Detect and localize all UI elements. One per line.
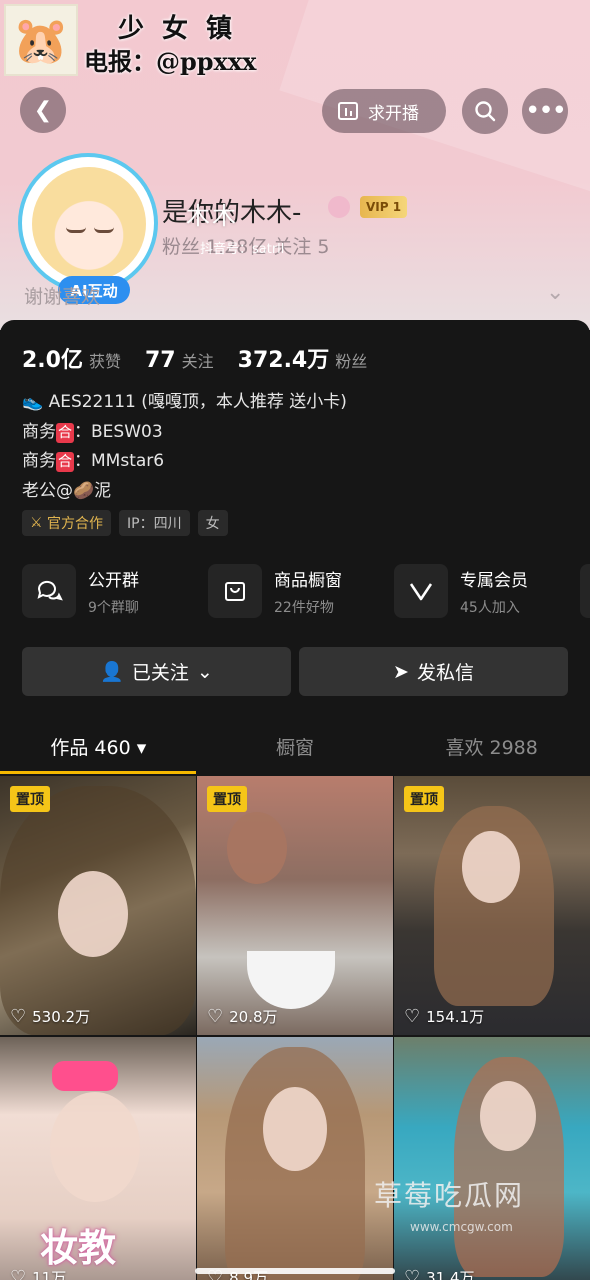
tab-likes[interactable]: 喜欢 2988 xyxy=(393,726,590,774)
profile-stats: 2.0亿 获赞 77 关注 372.4万 粉丝 xyxy=(22,342,367,374)
vip-badge: VIP 1 xyxy=(360,196,408,218)
tab-works[interactable]: 作品 460 ▾ xyxy=(0,726,197,774)
badge-icon xyxy=(328,196,350,218)
vip-v-icon xyxy=(394,564,448,618)
heart-icon: ♡ xyxy=(404,1267,421,1280)
video-thumbnail[interactable]: 妆教 ♡ 11万 xyxy=(0,1037,196,1280)
watermark-telegram: 电报：@ppxxx xyxy=(84,47,257,76)
request-live-button[interactable]: 求开播 xyxy=(322,89,446,133)
request-live-label: 求开播 xyxy=(368,103,419,124)
pinned-badge: 置顶 xyxy=(207,786,247,812)
watermark-capybara-icon: 🐹 xyxy=(4,4,78,76)
user-check-icon: 👤 xyxy=(100,661,124,683)
stat-likes[interactable]: 2.0亿 获赞 xyxy=(22,342,121,374)
like-count: ♡ 11万 xyxy=(10,1267,66,1280)
more-icon: ••• xyxy=(524,96,567,126)
bottom-watermark: 草莓吃瓜网 xyxy=(374,1179,525,1212)
bio-line-4[interactable]: 老公@🥔泥 xyxy=(22,477,347,507)
cooperation-badge: 合 xyxy=(56,422,74,443)
feature-entries: 公开群 9个群聊 商品橱窗 22件好物 专属会员 45人加入 xyxy=(22,564,590,618)
chevron-left-icon: ❮ xyxy=(33,97,53,123)
tag-official[interactable]: ⚔ 官方合作 xyxy=(22,510,112,536)
like-count: ♡ 20.8万 xyxy=(207,1006,278,1027)
message-label: 发私信 xyxy=(416,662,474,684)
feature-public-group[interactable]: 公开群 9个群聊 xyxy=(22,564,208,618)
avatar-illustration xyxy=(32,167,146,281)
caret-down-icon: ▾ xyxy=(136,737,147,759)
followed-button[interactable]: 👤 已关注 ⌄ xyxy=(22,647,291,696)
video-thumbnail[interactable]: ♡ 31.4万 xyxy=(394,1037,590,1280)
feature-more[interactable] xyxy=(580,564,590,618)
chevron-down-icon[interactable]: ⌄ xyxy=(546,280,564,305)
message-button[interactable]: ➤ 发私信 xyxy=(299,647,568,696)
heart-icon: ♡ xyxy=(10,1006,27,1027)
sneaker-icon: 👟 xyxy=(22,392,44,412)
live-chart-icon xyxy=(338,102,358,120)
pinned-badge: 置顶 xyxy=(10,786,50,812)
tag-ip: IP：四川 xyxy=(119,510,190,536)
like-count: ♡ 530.2万 xyxy=(10,1006,91,1027)
like-count: ♡ 31.4万 xyxy=(404,1267,475,1280)
heart-icon: ♡ xyxy=(10,1267,27,1280)
bio: 👟 AES22111 (嘎嘎顶，本人推荐 送小卡) 商务合：BESW03 商务合… xyxy=(22,388,347,506)
profile-tags: ⚔ 官方合作 IP：四川 女 xyxy=(22,510,228,536)
search-button[interactable] xyxy=(462,88,508,134)
avatar[interactable] xyxy=(18,153,158,293)
bio-line-2: 商务合：BESW03 xyxy=(22,421,163,443)
bottom-watermark-url: www.cmcgw.com xyxy=(410,1220,513,1234)
content-tabs: 作品 460 ▾ 橱窗 喜欢 2988 xyxy=(0,726,590,774)
like-count: ♡ 154.1万 xyxy=(404,1006,485,1027)
stat-followers[interactable]: 372.4万 粉丝 xyxy=(238,342,368,374)
back-button[interactable]: ❮ xyxy=(20,87,66,133)
chevron-down-icon: ⌄ xyxy=(196,660,213,683)
shop-bag-icon xyxy=(208,564,262,618)
feature-membership[interactable]: 专属会员 45人加入 xyxy=(394,564,580,618)
more-feature-icon xyxy=(580,564,590,618)
heart-icon: ♡ xyxy=(404,1006,421,1027)
search-icon xyxy=(475,101,496,122)
feature-shop-window[interactable]: 商品橱窗 22件好物 xyxy=(208,564,394,618)
top-watermark: 🐹 少女镇 电报：@ppxxx xyxy=(0,0,300,80)
bio-line-3: 商务合：MMstar6 xyxy=(22,451,165,472)
home-indicator[interactable] xyxy=(195,1268,395,1274)
signature: 谢谢喜欢 xyxy=(24,286,101,308)
video-thumbnail[interactable]: ♡8.9万 xyxy=(197,1037,393,1280)
active-tab-indicator xyxy=(0,771,196,774)
douyin-id: 抖音号：satrll xyxy=(200,242,285,257)
video-thumbnail[interactable]: 置顶 ♡ 20.8万 xyxy=(197,776,393,1035)
tab-shop[interactable]: 橱窗 xyxy=(197,726,394,774)
more-button[interactable]: ••• xyxy=(522,88,568,134)
video-thumbnail[interactable]: 置顶 ♡ 154.1万 xyxy=(394,776,590,1035)
hair-curler xyxy=(52,1061,118,1091)
cooperation-badge: 合 xyxy=(56,452,74,472)
stat-following[interactable]: 77 关注 xyxy=(145,348,214,373)
followed-label: 已关注 xyxy=(131,662,189,684)
tag-gender: 女 xyxy=(197,510,228,536)
video-thumbnail[interactable]: 置顶 ♡ 530.2万 xyxy=(0,776,196,1035)
video-caption: 妆教 xyxy=(40,1225,117,1270)
nickname-overlay: 木木 xyxy=(186,202,238,230)
watermark-title: 少女镇 xyxy=(118,14,251,44)
pinned-badge: 置顶 xyxy=(404,786,444,812)
heart-icon: ♡ xyxy=(207,1006,224,1027)
bio-line-1: 👟 AES22111 (嘎嘎顶，本人推荐 送小卡) xyxy=(22,392,347,412)
group-chat-icon xyxy=(22,564,76,618)
send-icon: ➤ xyxy=(393,660,409,683)
handshake-icon: ⚔ xyxy=(30,515,43,531)
